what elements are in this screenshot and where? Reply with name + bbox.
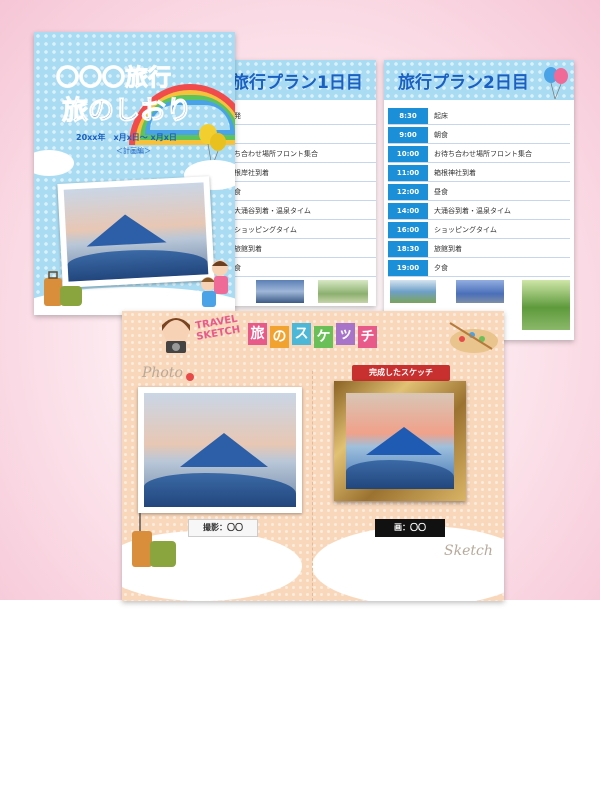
day2-row: 18:30 旅館到着 bbox=[388, 241, 570, 258]
day2-row-activity: 朝食 bbox=[434, 131, 448, 139]
day1-title: 旅行プラン1日目 bbox=[232, 73, 363, 93]
day2-row-activity: 大涌谷到着・温泉タイム bbox=[434, 207, 511, 215]
cover-dates: 20xx年 x月x日～ x月x日 bbox=[76, 133, 177, 142]
day1-row-activity: ショッピングタイム bbox=[234, 226, 297, 234]
day2-row: 9:00 朝食 bbox=[388, 127, 570, 144]
day2-row: 19:00 夕食 bbox=[388, 260, 570, 277]
completed-sketch-ribbon: 完成したスケッチ bbox=[352, 365, 450, 381]
girl-with-camera-icon bbox=[162, 318, 190, 353]
sketch-title-char: ケ bbox=[314, 326, 333, 348]
day1-row: 発 bbox=[228, 108, 376, 125]
cover-subtitle: ＜計画編＞ bbox=[116, 147, 151, 155]
day1-row: 旅館到着 bbox=[228, 241, 376, 258]
sketch-title-char: ッ bbox=[336, 323, 355, 345]
painting bbox=[346, 393, 454, 489]
sketch-photo bbox=[138, 387, 302, 513]
travel-sketch-badge: TRAVEL SKETCH bbox=[194, 313, 242, 343]
day1-row: 食 bbox=[228, 260, 376, 277]
day2-row-time: 10:00 bbox=[388, 146, 428, 162]
day2-row: 16:00 ショッピングタイム bbox=[388, 222, 570, 239]
cover-page: 〇〇〇旅行 旅のしおり 20xx年 x月x日～ x月x日 ＜計画編＞ bbox=[34, 32, 235, 315]
luggage-icon bbox=[132, 513, 176, 567]
day1-photo-thumb-1 bbox=[256, 280, 304, 303]
pin-icon bbox=[186, 373, 194, 381]
day1-photo-thumb-2 bbox=[318, 280, 368, 303]
day2-row: 8:30 起床 bbox=[388, 108, 570, 125]
day2-row-activity: ショッピングタイム bbox=[434, 226, 497, 234]
day2-row-time: 12:00 bbox=[388, 184, 428, 200]
sketch-title-char: チ bbox=[358, 326, 377, 348]
day2-row-activity: 昼食 bbox=[434, 188, 448, 196]
day1-row: 根岸社到着 bbox=[228, 165, 376, 182]
day2-row-time: 16:00 bbox=[388, 222, 428, 238]
day1-row: ショッピングタイム bbox=[228, 222, 376, 239]
day2-row: 10:00 お待ち合わせ場所フロント集合 bbox=[388, 146, 570, 163]
sketch-title-char: の bbox=[270, 326, 289, 348]
day2-row-activity: 夕食 bbox=[434, 264, 448, 272]
sketch-spread-page: TRAVEL SKETCH 旅のスケッチ Photo 撮影：〇〇 完成したスケッ… bbox=[122, 311, 504, 601]
day2-title: 旅行プラン2日目 bbox=[398, 73, 529, 93]
luggage-icon bbox=[44, 271, 82, 306]
day2-row-time: 9:00 bbox=[388, 127, 428, 143]
day2-row-time: 8:30 bbox=[388, 108, 428, 124]
day2-row-activity: お待ち合わせ場所フロント集合 bbox=[434, 150, 532, 158]
day1-row: ち合わせ場所フロント集合 bbox=[228, 146, 376, 163]
day2-photo-thumb-3 bbox=[522, 280, 570, 330]
day2-schedule-page: 旅行プラン2日目 8:30 起床 9:00 朝食 10:00 お待ち合わせ場所フロント集合… bbox=[384, 60, 574, 340]
day1-row-activity: ち合わせ場所フロント集合 bbox=[234, 150, 318, 158]
day2-photo-thumb-2 bbox=[456, 280, 504, 303]
day1-row bbox=[228, 127, 376, 144]
day2-row-time: 14:00 bbox=[388, 203, 428, 219]
cover-title-line2: 旅のしおり bbox=[61, 96, 193, 127]
sketch-caption: 画：〇〇 bbox=[375, 519, 445, 537]
paint-palette-icon bbox=[449, 322, 498, 353]
day1-row-activity: 大涌谷到着・温泉タイム bbox=[234, 207, 311, 215]
day1-schedule-page: 旅行プラン1日目 発ち合わせ場所フロント集合 根岸社到着食大涌谷到着・温泉タイムシ… bbox=[228, 60, 376, 306]
sketch-script-label: Sketch bbox=[444, 543, 493, 559]
day2-row-activity: 箱根神社到着 bbox=[434, 169, 476, 177]
day2-row-time: 11:00 bbox=[388, 165, 428, 181]
day2-row-activity: 旅館到着 bbox=[434, 245, 462, 253]
sketch-title-char: 旅 bbox=[248, 323, 267, 345]
day1-row: 食 bbox=[228, 184, 376, 201]
center-fold bbox=[312, 371, 313, 601]
day2-row: 11:00 箱根神社到着 bbox=[388, 165, 570, 182]
day2-row-time: 18:30 bbox=[388, 241, 428, 257]
day1-row: 大涌谷到着・温泉タイム bbox=[228, 203, 376, 220]
photo-caption: 撮影：〇〇 bbox=[188, 519, 258, 537]
family-illustration-icon bbox=[201, 260, 228, 307]
day2-row: 12:00 昼食 bbox=[388, 184, 570, 201]
photo-script-label: Photo bbox=[142, 365, 183, 381]
day2-row-activity: 起床 bbox=[434, 112, 448, 120]
gold-picture-frame bbox=[334, 381, 466, 501]
day2-row-time: 19:00 bbox=[388, 260, 428, 276]
sketch-title-char: ス bbox=[292, 323, 311, 345]
day2-photo-thumb-1 bbox=[390, 280, 436, 303]
cover-title-line1: 〇〇〇旅行 bbox=[56, 65, 172, 92]
balloons-icon bbox=[544, 67, 568, 100]
day2-row: 14:00 大涌谷到着・温泉タイム bbox=[388, 203, 570, 220]
